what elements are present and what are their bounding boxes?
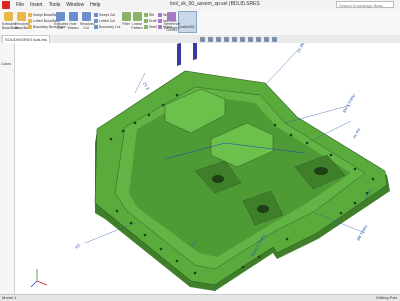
hole-wizard-icon xyxy=(68,12,78,21)
curves-label: Curves xyxy=(166,28,178,32)
rib-label: Rib xyxy=(149,13,155,17)
revolved-cut-button[interactable]: Revolved Cut xyxy=(80,12,95,30)
curves-button[interactable]: Curves xyxy=(166,28,177,32)
swept-cut-button[interactable]: Swept Cut xyxy=(94,13,116,18)
swept-cut-icon xyxy=(94,13,98,18)
view-orientation-icon[interactable] xyxy=(232,36,237,42)
fillet-label: Fillet xyxy=(122,22,130,26)
instant3d-label: Instant3D xyxy=(179,25,195,29)
reference-geometry-icon xyxy=(166,12,176,21)
window-title: tool_sk_00_assem_sp.sel (BDL8).SRES xyxy=(170,1,260,7)
part-model[interactable]: 2X Ø6.6 THRU Ø4.3 THRU 4X R4 2X 8 Ø8 THR… xyxy=(15,28,400,294)
boundary-cut-button[interactable]: Boundary Cut xyxy=(94,25,121,30)
menu-file[interactable]: File xyxy=(16,2,24,8)
coordinate-triad-icon xyxy=(30,269,48,288)
zoom-to-area-icon[interactable] xyxy=(208,36,213,42)
loft-icon xyxy=(28,19,32,24)
linear-pattern-button[interactable]: Linear Pattern xyxy=(131,12,143,30)
menu-insert[interactable]: Insert xyxy=(30,2,43,8)
rib-button[interactable]: Rib xyxy=(144,13,155,18)
hide-show-items-icon[interactable] xyxy=(248,36,253,42)
revolve-icon xyxy=(16,12,26,21)
slot-1a xyxy=(177,42,181,67)
boundary-cut-label: Boundary Cut xyxy=(99,25,121,29)
boss-1-hole xyxy=(212,175,224,183)
instant3d-button[interactable] xyxy=(178,11,197,33)
fillet-button[interactable]: Fillet xyxy=(121,12,131,26)
boss-2-hole xyxy=(314,167,328,175)
extrude-icon xyxy=(3,12,13,21)
dim-5[interactable]: Ø8 THRU xyxy=(356,224,369,242)
previous-view-icon[interactable] xyxy=(216,36,221,42)
view-settings-icon[interactable] xyxy=(272,36,277,42)
extruded-cut-icon xyxy=(55,12,65,21)
rib-icon xyxy=(144,13,148,18)
revolved-cut-icon xyxy=(81,12,91,21)
left-panel xyxy=(0,43,15,294)
boundary-icon xyxy=(28,25,32,30)
reference-geometry-icon-wrap xyxy=(164,12,178,22)
graphics-area[interactable]: 2X Ø6.6 THRU Ø4.3 THRU 4X R4 2X 8 Ø8 THR… xyxy=(15,28,400,294)
apply-scene-icon[interactable] xyxy=(264,36,269,42)
linear-pattern-icon xyxy=(132,12,142,21)
swept-icon xyxy=(28,13,32,18)
fillet-icon xyxy=(121,12,131,21)
boss-3-hole xyxy=(257,205,269,213)
menu-bar: File Insert Tools Window Help xyxy=(0,0,100,10)
zoom-to-fit-icon[interactable] xyxy=(200,36,205,42)
draft-label: Draft xyxy=(149,19,157,23)
edit-appearance-icon[interactable] xyxy=(256,36,261,42)
left-panel-label: Colors xyxy=(1,62,12,66)
draft-button[interactable]: Draft xyxy=(144,19,157,24)
solidworks-logo-icon xyxy=(2,1,10,9)
wrap-icon xyxy=(158,13,162,18)
extruded-cut-button[interactable]: Extruded Cut xyxy=(54,12,69,30)
dim-4[interactable]: 2X 8 xyxy=(142,81,151,91)
hole-wizard-label: Hole Wizard xyxy=(67,22,79,30)
menu-tools[interactable]: Tools xyxy=(49,2,61,8)
intersect-icon xyxy=(158,19,162,24)
dim-1[interactable]: 2X Ø6.6 THRU xyxy=(296,28,314,54)
section-view-icon[interactable] xyxy=(224,36,229,42)
dim-3[interactable]: 4X R4 xyxy=(352,127,362,140)
extruded-boss-button[interactable]: Extruded Boss/Base xyxy=(2,12,19,30)
lofted-cut-button[interactable]: Lofted Cut xyxy=(94,19,116,24)
draft-icon xyxy=(144,19,148,24)
status-left: Model 1 xyxy=(2,295,17,300)
hole-wizard-button[interactable]: Hole Wizard xyxy=(67,12,79,30)
linear-pattern-label: Linear Pattern xyxy=(131,22,143,30)
mirror-icon xyxy=(158,25,162,30)
menu-help[interactable]: Help xyxy=(90,2,100,8)
boundary-cut-icon xyxy=(94,25,98,30)
lofted-cut-icon xyxy=(94,19,98,24)
lofted-cut-label: Lofted Cut xyxy=(99,19,116,23)
status-right: Editing Part xyxy=(376,295,397,300)
dim-2[interactable]: Ø4.3 THRU xyxy=(342,93,357,114)
heads-up-view-toolbar xyxy=(200,35,277,43)
shell-icon xyxy=(144,25,148,30)
menu-window[interactable]: Window xyxy=(66,2,84,8)
swept-cut-label: Swept Cut xyxy=(99,13,116,17)
dim-6[interactable]: R2 xyxy=(74,242,82,250)
slot-1b xyxy=(193,36,197,61)
revolved-boss-button[interactable]: Revolved Boss/Base xyxy=(15,12,32,30)
search-input[interactable]: Search Knowledge Base xyxy=(336,1,394,8)
shell-button[interactable]: Shell xyxy=(144,25,157,30)
display-style-icon[interactable] xyxy=(240,36,245,42)
shell-label: Shell xyxy=(149,25,157,29)
extruded-cut-label: Extruded Cut xyxy=(54,22,69,30)
